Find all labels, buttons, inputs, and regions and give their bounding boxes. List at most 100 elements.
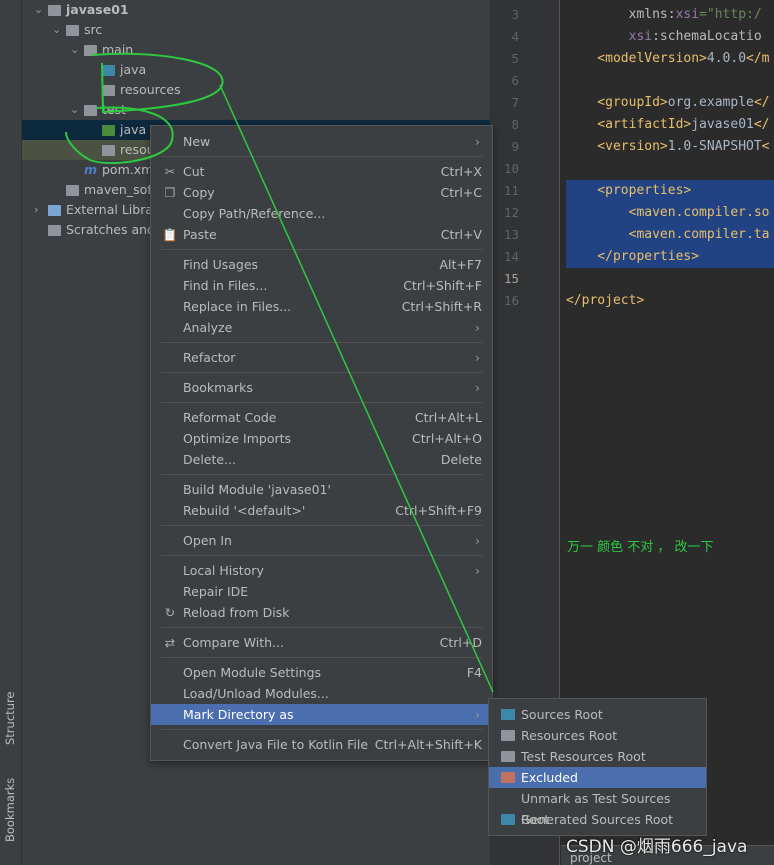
chevron-down-icon[interactable]: ⌄ xyxy=(70,40,79,60)
shortcut: Ctrl+Shift+F xyxy=(403,278,482,293)
menu-separator xyxy=(151,245,492,254)
left-tool-strip: Structure Bookmarks xyxy=(0,0,22,865)
chevron-right-icon[interactable]: › xyxy=(34,200,38,220)
code-line: <version>1.0-SNAPSHOT< xyxy=(566,139,770,154)
menu-item-local-history[interactable]: Local History › xyxy=(151,560,492,581)
menu-item-mark-directory-as[interactable]: Mark Directory as › xyxy=(151,704,492,725)
bookmarks-tab[interactable]: Bookmarks xyxy=(3,778,17,842)
chevron-right-icon: › xyxy=(475,350,480,365)
line-number: 4 xyxy=(511,29,519,44)
chevron-down-icon[interactable]: ⌄ xyxy=(70,100,79,120)
folder-icon xyxy=(84,45,97,56)
tree-item[interactable]: ⌄ src xyxy=(22,20,490,40)
menu-item-replace-in-files[interactable]: Replace in Files... Ctrl+Shift+R xyxy=(151,296,492,317)
menu-item-cut[interactable]: ✂ Cut Ctrl+X xyxy=(151,161,492,182)
scratches-icon xyxy=(48,225,61,236)
menu-item-load-unload-modules[interactable]: Load/Unload Modules... xyxy=(151,683,492,704)
menu-item-generated-sources-root[interactable]: Generated Sources Root xyxy=(489,809,706,830)
menu-separator xyxy=(151,398,492,407)
structure-tab[interactable]: Structure xyxy=(3,692,17,746)
folder-icon xyxy=(84,105,97,116)
menu-item-new[interactable]: New › xyxy=(151,131,492,152)
shortcut: Ctrl+Alt+Shift+K xyxy=(374,737,482,752)
menu-item-copy[interactable]: ❐ Copy Ctrl+C xyxy=(151,182,492,203)
annotation-note: 万一 颜色 不对 ， 改一下 xyxy=(567,540,714,555)
shortcut: Alt+F7 xyxy=(439,257,482,272)
menu-item-convert-java-file-to-kotlin-file[interactable]: Convert Java File to Kotlin File Ctrl+Alt… xyxy=(151,734,492,755)
mark-directory-submenu: Sources Root Resources Root Test Resources… xyxy=(488,698,707,836)
tree-item-label: src xyxy=(84,22,103,37)
menu-item-copy-path-reference[interactable]: Copy Path/Reference... xyxy=(151,203,492,224)
menu-item-open-in[interactable]: Open In › xyxy=(151,530,492,551)
menu-item-build-module-javase01[interactable]: Build Module 'javase01' xyxy=(151,479,492,500)
menu-separator xyxy=(151,521,492,530)
tree-item[interactable]: resources xyxy=(22,80,490,100)
menu-item-refactor[interactable]: Refactor › xyxy=(151,347,492,368)
menu-item-paste[interactable]: 📋 Paste Ctrl+V xyxy=(151,224,492,245)
clipboard-icon: 📋 xyxy=(162,227,178,242)
menu-separator xyxy=(151,368,492,377)
menu-separator xyxy=(151,551,492,560)
menu-item-label: Replace in Files... xyxy=(183,299,292,314)
chevron-down-icon[interactable]: ⌄ xyxy=(52,20,61,40)
menu-item-label: Generated Sources Root xyxy=(521,812,674,827)
resources-root-icon xyxy=(102,85,115,96)
menu-item-label: Find Usages xyxy=(183,257,259,272)
maven-icon: m xyxy=(84,162,98,177)
line-number: 15 xyxy=(503,271,519,286)
excluded-folder-icon xyxy=(501,772,515,783)
menu-item-optimize-imports[interactable]: Optimize Imports Ctrl+Alt+O xyxy=(151,428,492,449)
menu-item-delete[interactable]: Delete... Delete xyxy=(151,449,492,470)
menu-item-compare-with[interactable]: ⇄ Compare With... Ctrl+D xyxy=(151,632,492,653)
code-line: xmlns:xsi="http:/ xyxy=(628,7,762,22)
menu-item-label: Resources Root xyxy=(521,728,618,743)
copy-icon: ❐ xyxy=(164,185,176,200)
menu-separator xyxy=(151,653,492,662)
menu-item-analyze[interactable]: Analyze › xyxy=(151,317,492,338)
tree-item[interactable]: java xyxy=(22,60,490,80)
menu-item-label: Optimize Imports xyxy=(183,431,292,446)
chevron-right-icon: › xyxy=(475,134,480,149)
menu-item-find-usages[interactable]: Find Usages Alt+F7 xyxy=(151,254,492,275)
chevron-right-icon: › xyxy=(475,563,480,578)
tree-item-label: java xyxy=(120,122,147,137)
menu-item-label: Paste xyxy=(183,227,217,242)
code-line: </properties> xyxy=(566,249,700,264)
menu-item-excluded[interactable]: Excluded xyxy=(489,767,706,788)
shortcut: Ctrl+D xyxy=(439,635,482,650)
menu-item-label: Copy Path/Reference... xyxy=(183,206,326,221)
tree-item[interactable]: ⌄ main xyxy=(22,40,490,60)
shortcut: Delete xyxy=(440,452,482,467)
tree-item-label: pom.xml xyxy=(102,162,157,177)
menu-item-reformat-code[interactable]: Reformat Code Ctrl+Alt+L xyxy=(151,407,492,428)
code-line: <maven.compiler.so xyxy=(566,205,770,220)
menu-item-label: Reload from Disk xyxy=(183,605,290,620)
menu-item-label: Compare With... xyxy=(183,635,284,650)
line-number: 7 xyxy=(511,95,519,110)
menu-item-label: Find in Files... xyxy=(183,278,268,293)
menu-item-unmark-as-test-sources-root[interactable]: Unmark as Test Sources Root xyxy=(489,788,706,827)
line-number: 14 xyxy=(503,249,519,264)
shortcut: Ctrl+Shift+R xyxy=(401,299,482,314)
menu-item-label: Open In xyxy=(183,533,232,548)
menu-item-rebuild-default[interactable]: Rebuild '<default>' Ctrl+Shift+F9 xyxy=(151,500,492,521)
menu-item-reload-from-disk[interactable]: ↻ Reload from Disk xyxy=(151,602,492,623)
code-line: </project> xyxy=(566,293,645,308)
tree-item[interactable]: ⌄ test xyxy=(22,100,490,120)
menu-item-resources-root[interactable]: Resources Root xyxy=(489,725,706,746)
menu-item-find-in-files[interactable]: Find in Files... Ctrl+Shift+F xyxy=(151,275,492,296)
reload-icon: ↻ xyxy=(164,605,176,620)
menu-item-repair-ide[interactable]: Repair IDE xyxy=(151,581,492,602)
menu-item-open-module-settings[interactable]: Open Module Settings F4 xyxy=(151,662,492,683)
tree-item-label: test xyxy=(102,102,127,117)
code-line: <modelVersion>4.0.0</m xyxy=(566,51,770,66)
menu-item-sources-root[interactable]: Sources Root xyxy=(489,704,706,725)
tree-item[interactable]: ⌄ javase01 xyxy=(22,0,490,20)
generated-sources-root-icon xyxy=(501,814,515,825)
menu-item-bookmarks[interactable]: Bookmarks › xyxy=(151,377,492,398)
shortcut: Ctrl+Alt+L xyxy=(414,410,482,425)
chevron-down-icon[interactable]: ⌄ xyxy=(34,0,43,20)
menu-item-test-resources-root[interactable]: Test Resources Root xyxy=(489,746,706,767)
libraries-icon xyxy=(48,205,61,216)
line-number: 11 xyxy=(503,183,519,198)
